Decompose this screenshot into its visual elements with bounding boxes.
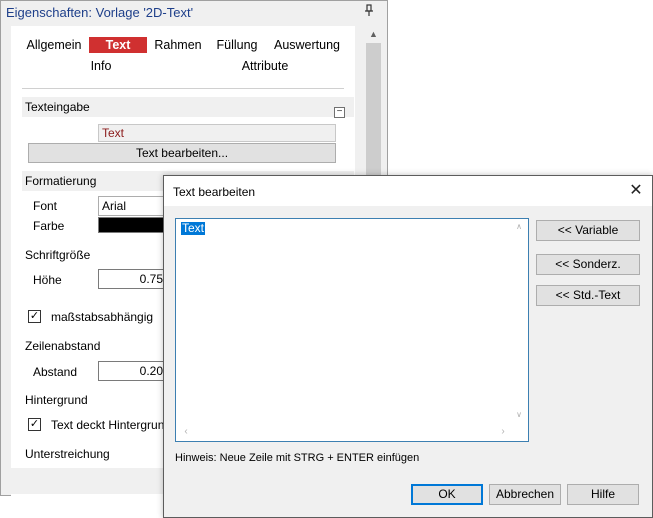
chevron-down-icon[interactable]: ∨ xyxy=(513,410,525,422)
chevron-right-icon[interactable]: › xyxy=(497,426,509,438)
abstand-input[interactable]: 0.20 xyxy=(98,361,168,381)
color-swatch[interactable] xyxy=(98,217,168,233)
tab-allgemein[interactable]: Allgemein xyxy=(22,37,86,53)
scroll-up-arrow-icon[interactable]: ▲ xyxy=(365,27,382,41)
hoehe-input[interactable]: 0.75 xyxy=(98,269,168,289)
insert-special-char-button[interactable]: << Sonderz. xyxy=(536,254,640,275)
zeilenabstand-label: Zeilenabstand xyxy=(25,339,101,353)
collapse-icon[interactable]: − xyxy=(334,107,345,118)
text-editor[interactable] xyxy=(175,218,529,442)
help-button[interactable]: Hilfe xyxy=(567,484,639,505)
tab-attribute[interactable]: Attribute xyxy=(236,58,294,74)
text-preview-field: Text xyxy=(98,124,336,142)
edit-text-button[interactable]: Text bearbeiten... xyxy=(28,143,336,163)
pin-icon[interactable] xyxy=(362,4,376,18)
ok-button[interactable]: OK xyxy=(411,484,483,505)
massstab-checkbox[interactable]: ✓ xyxy=(28,310,41,323)
editor-selected-text[interactable]: Text xyxy=(181,222,206,235)
chevron-up-icon[interactable]: ∧ xyxy=(513,222,525,234)
section-texteingabe: Texteingabe xyxy=(22,97,354,117)
tab-fuellung[interactable]: Füllung xyxy=(212,37,262,53)
tab-rahmen[interactable]: Rahmen xyxy=(151,37,205,53)
insert-variable-button[interactable]: << Variable xyxy=(536,220,640,241)
close-icon[interactable]: ✕ xyxy=(626,181,646,201)
cancel-button[interactable]: Abbrechen xyxy=(489,484,561,505)
dialog-title: Text bearbeiten xyxy=(173,185,256,199)
hint-text: Hinweis: Neue Zeile mit STRG + ENTER ein… xyxy=(175,452,420,464)
abstand-label: Abstand xyxy=(33,365,78,379)
hoehe-label: Höhe xyxy=(33,273,62,287)
massstab-label: maßstabsabhängig xyxy=(51,310,154,324)
text-deckt-label: Text deckt Hintergrund xyxy=(51,418,172,432)
panel-title: Eigenschaften: Vorlage '2D-Text' xyxy=(6,5,194,20)
color-label: Farbe xyxy=(33,219,65,233)
text-deckt-checkbox[interactable]: ✓ xyxy=(28,418,41,431)
unterstreichung-label: Unterstreichung xyxy=(25,447,110,461)
insert-std-text-button[interactable]: << Std.-Text xyxy=(536,285,640,306)
tab-auswertung[interactable]: Auswertung xyxy=(270,37,344,53)
tab-info[interactable]: Info xyxy=(82,58,120,74)
font-label: Font xyxy=(33,199,58,213)
schriftgroesse-label: Schriftgröße xyxy=(25,248,91,262)
tab-separator xyxy=(22,88,344,89)
hintergrund-label: Hintergrund xyxy=(25,393,88,407)
font-select[interactable]: Arial xyxy=(98,196,168,216)
tab-text[interactable]: Text xyxy=(89,37,147,53)
chevron-left-icon[interactable]: ‹ xyxy=(180,426,192,438)
